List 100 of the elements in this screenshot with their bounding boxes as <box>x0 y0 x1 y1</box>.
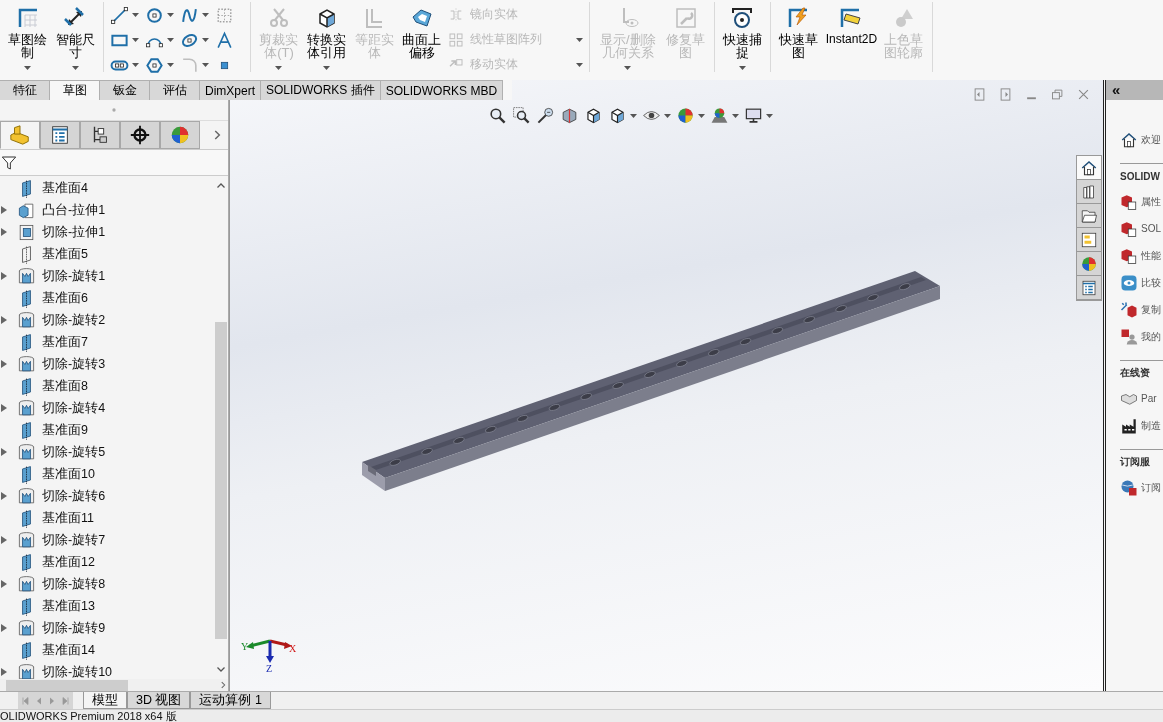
feature-item[interactable]: 切除-旋转1 <box>42 267 106 285</box>
feature-item[interactable]: 切除-旋转4 <box>42 399 106 417</box>
caret-icon[interactable] <box>167 13 175 17</box>
task-link[interactable]: 比较 <box>1141 275 1161 290</box>
task-tab[interactable] <box>1077 156 1101 180</box>
task-tab[interactable] <box>1077 276 1101 300</box>
close-icon[interactable] <box>1076 87 1091 102</box>
manager-tab[interactable] <box>120 121 160 149</box>
toolbar-button[interactable]: 快速草图 <box>777 4 821 72</box>
sheet-tab[interactable]: 模型 <box>83 692 127 709</box>
magnifier-icon[interactable] <box>488 106 507 125</box>
feature-item[interactable]: 切除-旋转3 <box>42 355 106 373</box>
task-link[interactable]: 性能 <box>1141 248 1161 263</box>
task-link[interactable]: Par <box>1141 393 1157 404</box>
feature-item[interactable]: 基准面4 <box>42 179 88 197</box>
caret-icon[interactable] <box>132 13 140 17</box>
chevron-right-icon[interactable] <box>218 680 228 690</box>
command-tab[interactable]: DimXpert <box>200 80 261 100</box>
feature-item[interactable]: 基准面12 <box>42 553 95 571</box>
filter-icon[interactable] <box>1 154 17 171</box>
sphere-icon[interactable] <box>676 106 695 125</box>
line-icon[interactable] <box>110 5 130 25</box>
feature-item[interactable]: 凸台-拉伸1 <box>42 201 106 219</box>
caret-icon[interactable] <box>664 113 671 118</box>
feature-item[interactable]: 切除-拉伸1 <box>42 223 106 241</box>
feature-item[interactable]: 基准面11 <box>42 509 94 527</box>
command-tab[interactable]: 评估 <box>150 80 200 100</box>
cube-document-icon[interactable] <box>1120 192 1138 211</box>
task-link[interactable]: 制造 <box>1141 418 1161 433</box>
feature-item[interactable]: 切除-旋转5 <box>42 443 106 461</box>
polygon-icon[interactable] <box>145 55 165 75</box>
task-link[interactable]: SOL <box>1141 223 1161 234</box>
task-link[interactable]: 属性 <box>1141 194 1161 209</box>
expand-arrow-icon[interactable] <box>1 668 7 676</box>
zoom-box-icon[interactable] <box>512 106 531 125</box>
caret-icon[interactable] <box>698 113 705 118</box>
caret-icon[interactable] <box>167 63 175 67</box>
toolbar-button[interactable]: 草图绘制 <box>6 4 50 72</box>
expand-arrow-icon[interactable] <box>1 404 7 412</box>
feature-item[interactable]: 基准面13 <box>42 597 95 615</box>
command-tab[interactable]: 钣金 <box>100 80 150 100</box>
toolbar-button[interactable]: 转换实体引用 <box>304 4 349 72</box>
feature-item[interactable]: 基准面8 <box>42 377 88 395</box>
cube-document-icon[interactable] <box>1120 219 1138 238</box>
expand-arrow-icon[interactable] <box>1 536 7 544</box>
caret-icon[interactable] <box>202 38 210 42</box>
expand-arrow-icon[interactable] <box>1 580 7 588</box>
caret-icon[interactable] <box>132 63 140 67</box>
sheet-tab[interactable]: 运动算例 1 <box>190 692 271 709</box>
expand-arrow-icon[interactable] <box>1 206 7 214</box>
toolbar-button[interactable]: Instant2D <box>824 4 879 72</box>
cube-document-icon[interactable] <box>1120 246 1138 265</box>
grip-icon[interactable] <box>110 106 118 114</box>
feature-item[interactable]: 切除-旋转2 <box>42 311 106 329</box>
scene-icon[interactable] <box>710 106 729 125</box>
toolbar-button[interactable]: 曲面上偏移 <box>399 4 444 72</box>
task-link[interactable]: 复制 <box>1141 302 1161 317</box>
monitor-icon[interactable] <box>744 106 763 125</box>
expand-arrow-icon[interactable] <box>1 316 7 324</box>
caret-icon[interactable] <box>202 13 210 17</box>
feature-item[interactable]: 切除-旋转7 <box>42 531 106 549</box>
task-link[interactable]: 欢迎 <box>1141 132 1161 147</box>
cube-icon[interactable] <box>608 106 627 125</box>
scroll-thumb[interactable] <box>215 322 227 639</box>
feature-item[interactable]: 切除-旋转8 <box>42 575 106 593</box>
command-tab[interactable]: SOLIDWORKS MBD <box>380 80 504 100</box>
command-tab[interactable]: SOLIDWORKS 插件 <box>261 80 381 100</box>
scroll-thumb[interactable] <box>6 679 128 691</box>
feature-item[interactable]: 切除-旋转6 <box>42 487 106 505</box>
feature-item[interactable]: 基准面5 <box>42 245 88 263</box>
caret-icon[interactable] <box>167 38 175 42</box>
task-tab[interactable] <box>1077 180 1101 204</box>
command-tab[interactable]: 特征 <box>0 80 50 100</box>
caret-icon[interactable] <box>132 38 140 42</box>
expand-arrow-icon[interactable] <box>1 624 7 632</box>
toolbar-button[interactable]: 快速捕捉 <box>720 4 765 72</box>
feature-item[interactable]: 基准面6 <box>42 289 88 307</box>
feature-item[interactable]: 切除-旋转9 <box>42 619 106 637</box>
factory-icon[interactable] <box>1120 416 1138 435</box>
restore-icon[interactable] <box>1050 87 1065 102</box>
manager-tab[interactable] <box>40 121 80 149</box>
cube-icon[interactable] <box>584 106 603 125</box>
task-link[interactable]: 订阅 <box>1141 480 1161 495</box>
task-link[interactable]: 我的 <box>1141 329 1161 344</box>
expand-arrow-icon[interactable] <box>1 228 7 236</box>
circle-icon[interactable] <box>145 5 165 25</box>
feature-item[interactable]: 基准面10 <box>42 465 95 483</box>
expand-arrow-icon[interactable] <box>1 272 7 280</box>
globe-icon[interactable] <box>1120 478 1138 497</box>
manager-tab[interactable] <box>80 121 120 149</box>
expand-arrow-icon[interactable] <box>1 492 7 500</box>
feature-item[interactable]: 基准面14 <box>42 641 95 659</box>
command-tab[interactable]: 草图 <box>50 80 100 100</box>
caret-icon[interactable] <box>766 113 773 118</box>
wand-cube-icon[interactable] <box>1120 300 1138 319</box>
feature-item[interactable]: 基准面9 <box>42 421 88 439</box>
expand-arrow-icon[interactable] <box>1 448 7 456</box>
caret-icon[interactable] <box>732 113 739 118</box>
section-cube-icon[interactable] <box>560 106 579 125</box>
sheet-tab[interactable]: 3D 视图 <box>127 692 191 709</box>
